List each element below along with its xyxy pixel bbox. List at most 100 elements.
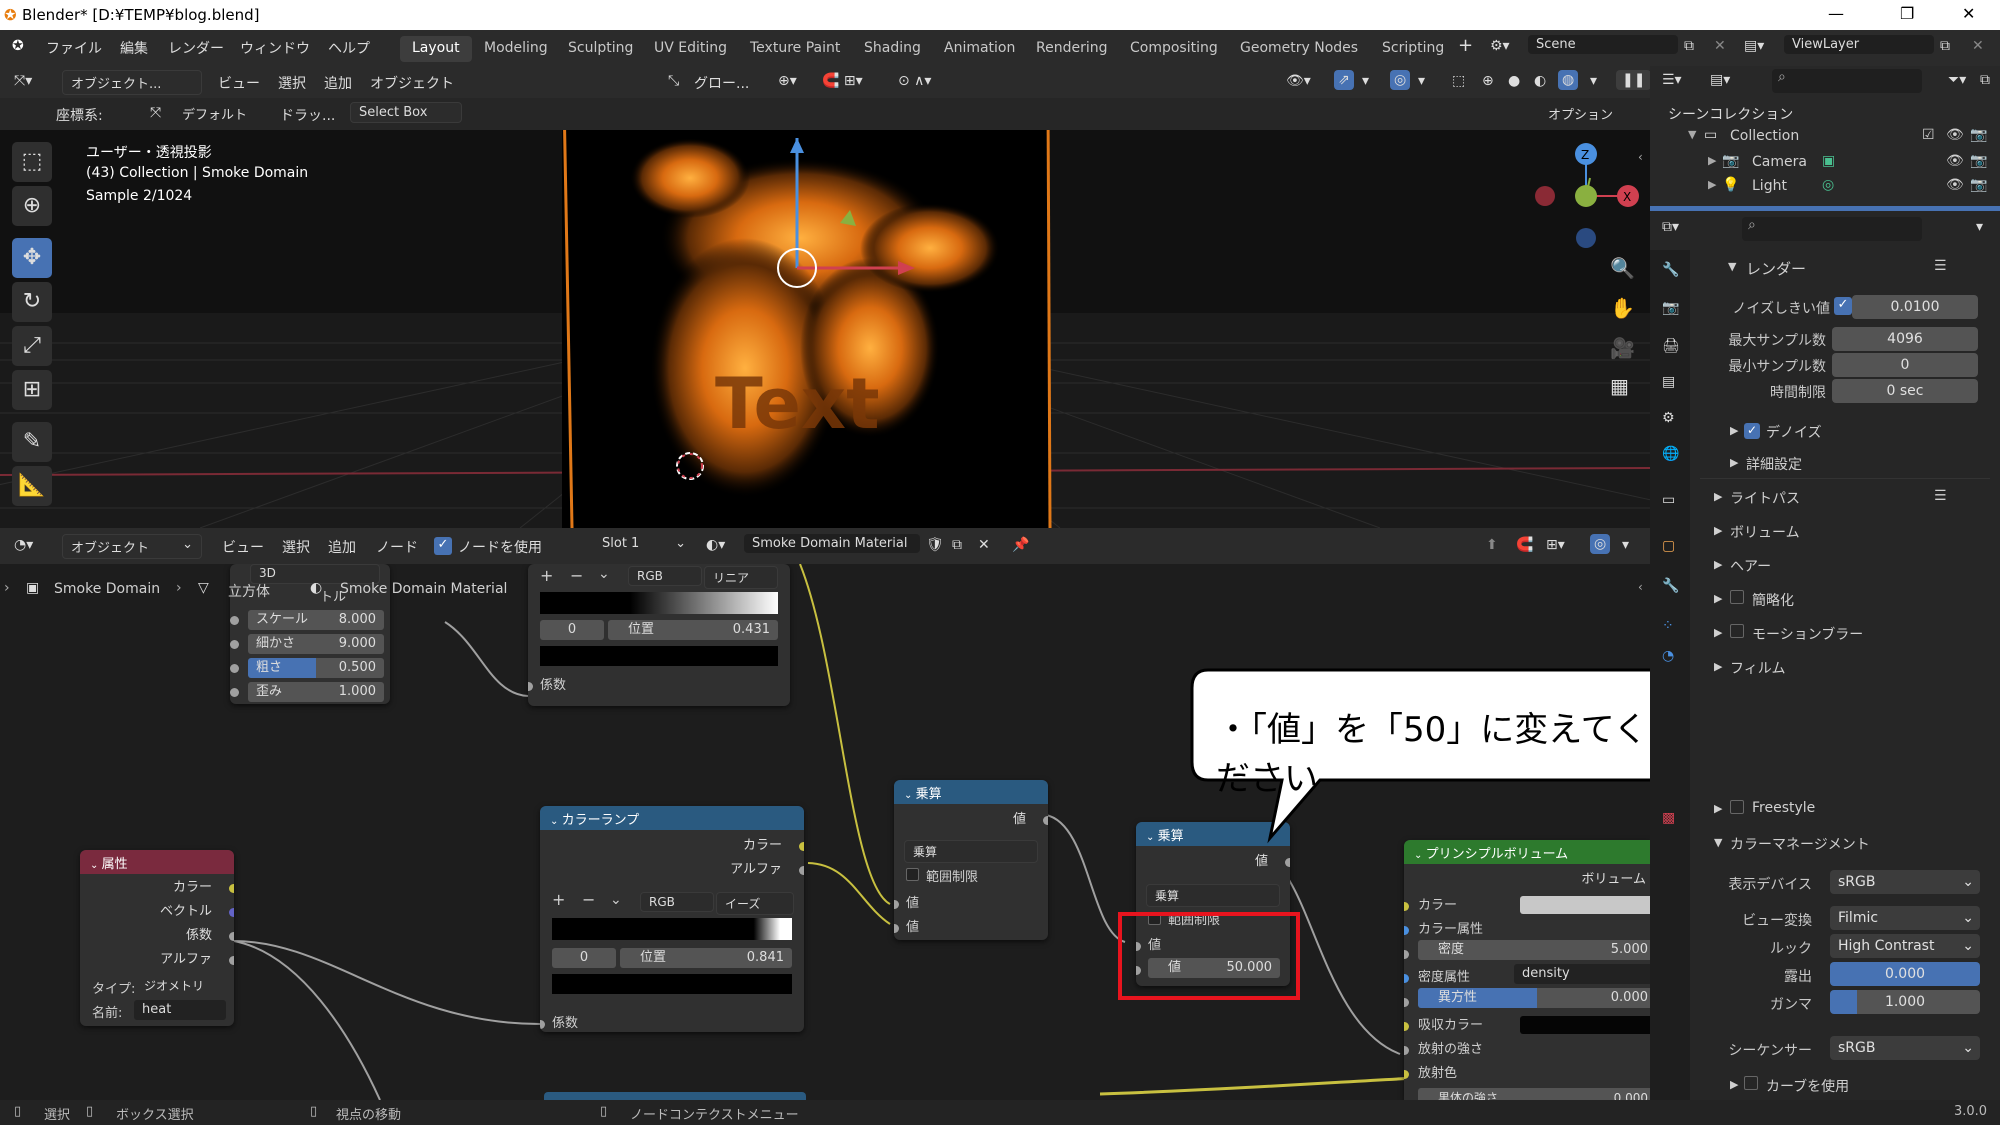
min-samples-field[interactable]: 0 <box>1832 353 1978 377</box>
socket-alpha[interactable] <box>799 866 804 875</box>
outliner-editor-icon[interactable]: ☰▾ <box>1662 72 1682 88</box>
socket-value-in-2[interactable] <box>894 924 899 933</box>
annotate-tool-icon[interactable]: ✎ <box>12 422 52 462</box>
expand-icon[interactable]: ▶ <box>1730 424 1738 437</box>
ne-overlay-icon[interactable]: ◎ <box>1590 534 1611 554</box>
outliner-row-camera[interactable]: ▶ 📷 Camera ▣ 👁 📷 <box>1650 152 2000 174</box>
color-ramp-top-node[interactable]: + − ⌄ RGB リニア 0 位置 0.431 係数 <box>528 564 790 706</box>
ramp-interp-select[interactable]: イーズ <box>716 892 794 915</box>
ne-menu-select[interactable]: 選択 <box>282 537 310 557</box>
scene-tab-icon[interactable]: ⚙ <box>1662 410 1675 426</box>
socket-value-out[interactable] <box>1043 816 1048 825</box>
visibility-icon[interactable]: 👁▾ <box>1286 73 1311 89</box>
overlay-dropdown-icon[interactable]: ▾ <box>1418 73 1425 89</box>
viewlayer-field[interactable]: ViewLayer <box>1784 35 1934 54</box>
expand-icon[interactable]: ▶ <box>1714 490 1722 503</box>
scene-collection-label[interactable]: シーンコレクション <box>1668 104 1793 124</box>
expand-icon[interactable]: ▶ <box>1714 524 1722 537</box>
socket-color-attr[interactable] <box>1404 926 1409 935</box>
vp-menu-view[interactable]: ビュー <box>218 73 260 93</box>
shading-dropdown-icon[interactable]: ▾ <box>1590 73 1597 89</box>
curves-checkbox[interactable] <box>1744 1076 1758 1090</box>
ne-menu-view[interactable]: ビュー <box>222 537 264 557</box>
expand-icon[interactable]: ▶ <box>1714 558 1722 571</box>
ne-menu-add[interactable]: 追加 <box>328 537 356 557</box>
render-icon[interactable]: 📷 <box>1970 177 1987 193</box>
anisotropy-field[interactable]: 異方性 0.000 <box>1418 988 1650 1008</box>
object-tab-icon[interactable]: ▢ <box>1662 538 1675 554</box>
view-transform-select[interactable]: Filmic ⌄ <box>1830 906 1980 930</box>
freestyle-section[interactable]: Freestyle <box>1752 800 1815 816</box>
menu-render[interactable]: レンダー <box>168 38 224 58</box>
tab-sculpting[interactable]: Sculpting <box>556 36 645 62</box>
gizmo-icon[interactable]: ⇗ <box>1334 70 1354 90</box>
socket-fac[interactable] <box>229 932 234 941</box>
checkbox-icon[interactable]: ☑ <box>1922 127 1935 143</box>
select-tool-icon[interactable]: ⬚ <box>12 142 52 182</box>
shading-rendered-icon[interactable]: ◍ <box>1558 70 1579 90</box>
menu-window[interactable]: ウィンドウ <box>240 38 310 58</box>
parent-node-tree-icon[interactable]: ⬆ <box>1486 537 1498 553</box>
socket-alpha[interactable] <box>229 956 234 965</box>
ne-sidebar-toggle-icon[interactable]: ‹ <box>1638 580 1643 594</box>
motion-blur-section[interactable]: モーションブラー <box>1752 624 1863 644</box>
denoise-label[interactable]: デノイズ <box>1766 422 1822 442</box>
fake-user-icon[interactable]: 🛡 <box>926 537 944 553</box>
cursor-tool-icon[interactable]: ⊕ <box>12 186 52 226</box>
3d-viewport[interactable]: Text Z X ユーザー・透視投影 (43) Collection | Smo… <box>0 98 1650 528</box>
expand-icon[interactable]: ▶ <box>1714 802 1722 815</box>
eye-icon[interactable]: 👁 <box>1946 177 1964 193</box>
socket-emission-strength[interactable] <box>1404 1046 1409 1055</box>
breadcrumb-sidebar-icon[interactable]: › <box>4 580 10 596</box>
color-ramp-header[interactable]: ⌄ カラーランプ <box>540 806 804 830</box>
density-attr-input[interactable]: density <box>1514 964 1650 984</box>
pan-hand-icon[interactable]: ✋ <box>1610 296 1635 320</box>
attr-name-input[interactable]: heat <box>134 1000 226 1020</box>
max-samples-field[interactable]: 4096 <box>1832 327 1978 351</box>
light-paths-section[interactable]: ライトパス <box>1730 488 1800 508</box>
motion-blur-checkbox[interactable] <box>1730 624 1744 638</box>
tab-scripting[interactable]: Scripting <box>1370 36 1456 62</box>
rotate-tool-icon[interactable]: ↻ <box>12 282 52 322</box>
ramp-mode-select[interactable]: RGB <box>628 566 702 586</box>
gizmo-dropdown-icon[interactable]: ▾ <box>1362 73 1369 89</box>
options-dropdown[interactable]: オプション <box>1540 102 1640 125</box>
ne-overlay-dropdown-icon[interactable]: ▾ <box>1622 537 1629 553</box>
ramp-position-field[interactable]: 位置 0.431 <box>608 620 778 640</box>
close-icon[interactable]: ✕ <box>1962 4 1975 23</box>
ramp-index-field[interactable]: 0 <box>552 948 616 968</box>
vp-menu-select[interactable]: 選択 <box>278 73 306 93</box>
ramp-color-swatch[interactable] <box>552 974 792 994</box>
collapse-icon[interactable]: ▼ <box>1728 260 1736 273</box>
expand-icon[interactable]: ▶ <box>1714 626 1722 639</box>
attr-type-select[interactable]: ジオメトリ <box>136 975 226 996</box>
scene-field[interactable]: Scene <box>1528 35 1678 54</box>
display-mode-icon[interactable]: ▤▾ <box>1710 72 1730 88</box>
expand-icon[interactable]: ▼ <box>1688 128 1696 141</box>
output-tab-icon[interactable]: 🖨 <box>1662 338 1680 354</box>
socket-color[interactable] <box>229 884 234 893</box>
vp-menu-add[interactable]: 追加 <box>324 73 352 93</box>
tab-layout[interactable]: Layout <box>400 36 472 62</box>
menu-file[interactable]: ファイル <box>46 38 102 58</box>
material-name-field[interactable]: Smoke Domain Material <box>744 534 920 553</box>
transform-tool-icon[interactable]: ⊞ <box>12 370 52 410</box>
socket-density[interactable] <box>1404 950 1409 959</box>
viewlayer-icon[interactable]: ▤▾ <box>1744 38 1764 54</box>
expand-icon[interactable]: ▶ <box>1714 592 1722 605</box>
menu-help[interactable]: ヘルプ <box>328 38 370 58</box>
ramp-menu-icon[interactable]: ⌄ <box>610 892 622 908</box>
exposure-field[interactable]: 0.000 <box>1830 962 1980 986</box>
zoom-icon[interactable]: 🔍 <box>1610 256 1635 280</box>
snap-icon[interactable]: 🧲 ⊞▾ <box>822 73 863 89</box>
viewlayer-remove-icon[interactable]: ✕ <box>1972 38 1984 54</box>
ramp-position-field[interactable]: 位置 0.841 <box>620 948 792 968</box>
socket-fac-in[interactable] <box>540 1020 545 1029</box>
remove-stop-icon[interactable]: − <box>570 566 583 585</box>
pause-render-icon[interactable]: ❚❚ <box>1616 70 1652 90</box>
collection-tab-icon[interactable]: ▭ <box>1662 492 1675 508</box>
operation-select[interactable]: 乗算 <box>904 840 1038 863</box>
ortho-grid-icon[interactable]: ▦ <box>1610 374 1629 398</box>
minimize-icon[interactable]: — <box>1828 4 1844 23</box>
list-icon[interactable]: ☰ <box>1934 258 1947 274</box>
